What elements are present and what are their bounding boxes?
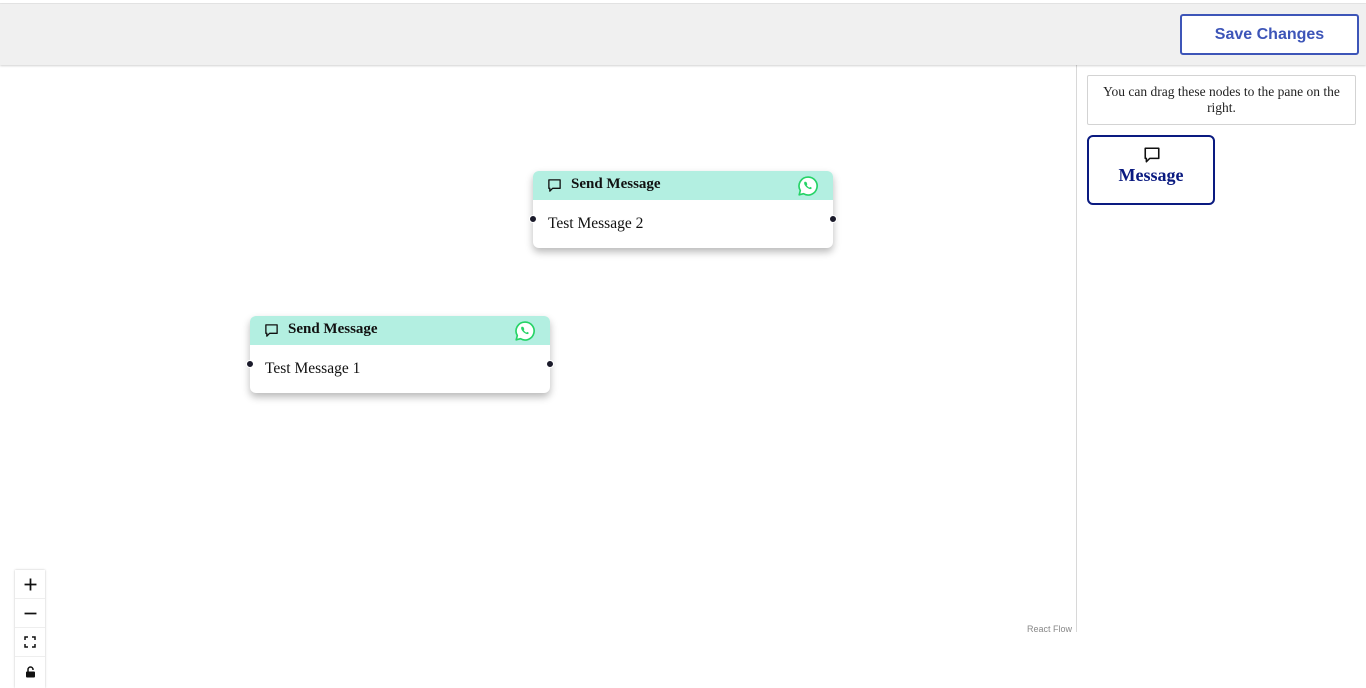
- top-toolbar: Save Changes: [0, 4, 1366, 65]
- zoom-in-button[interactable]: [15, 570, 45, 599]
- target-handle[interactable]: [529, 215, 537, 223]
- whatsapp-icon: [515, 321, 535, 341]
- node-message-text: Test Message 2: [548, 215, 644, 232]
- flow-canvas[interactable]: Send Message Test Message 2 Send Message…: [0, 65, 1076, 688]
- node-header: Send Message: [533, 171, 833, 200]
- node-message-text: Test Message 1: [265, 360, 361, 377]
- flow-node-send-message-2[interactable]: Send Message Test Message 2: [529, 171, 837, 248]
- nodes-panel: You can drag these nodes to the pane on …: [1076, 65, 1366, 632]
- plus-icon: [24, 578, 36, 590]
- message-icon: [1144, 147, 1160, 163]
- save-changes-button[interactable]: Save Changes: [1180, 14, 1359, 55]
- fit-view-button[interactable]: [15, 628, 45, 657]
- whatsapp-icon: [798, 176, 818, 196]
- source-handle[interactable]: [546, 360, 554, 368]
- palette-node-label: Message: [1118, 165, 1184, 185]
- minus-icon: [24, 612, 36, 614]
- lock-icon: [25, 665, 35, 677]
- fit-view-icon: [24, 636, 36, 648]
- node-title: Send Message: [288, 321, 378, 337]
- message-icon: [548, 179, 561, 192]
- react-flow-attribution[interactable]: React Flow: [1027, 624, 1072, 634]
- draggable-message-node[interactable]: Message: [1087, 135, 1215, 205]
- zoom-out-button[interactable]: [15, 599, 45, 628]
- node-title: Send Message: [571, 176, 661, 192]
- canvas-controls: [15, 570, 45, 688]
- flow-node-send-message-1[interactable]: Send Message Test Message 1: [246, 316, 554, 393]
- message-icon: [265, 324, 278, 337]
- panel-hint-text: You can drag these nodes to the pane on …: [1087, 75, 1356, 125]
- source-handle[interactable]: [829, 215, 837, 223]
- node-header: Send Message: [250, 316, 550, 345]
- target-handle[interactable]: [246, 360, 254, 368]
- lock-button[interactable]: [15, 657, 45, 686]
